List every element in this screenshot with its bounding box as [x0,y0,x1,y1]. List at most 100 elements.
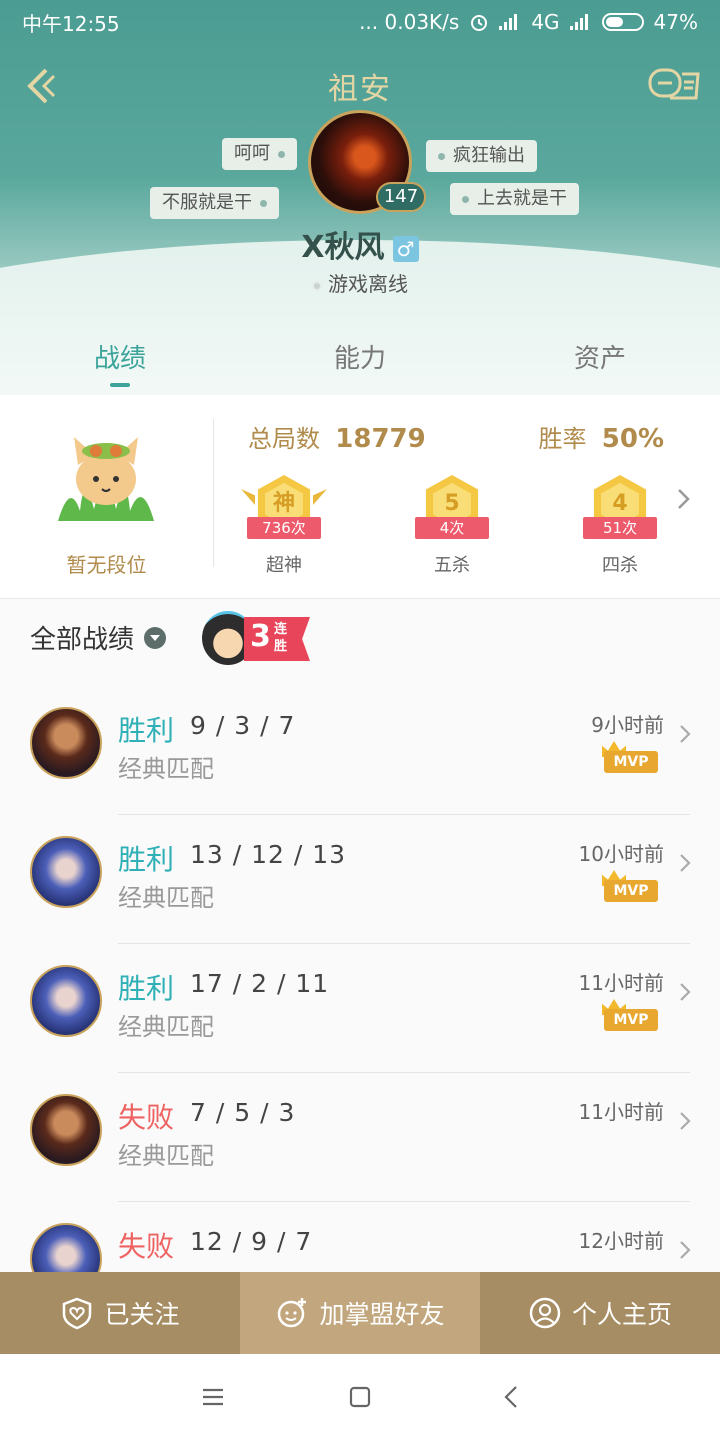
profile-page-label: 个人主页 [571,1300,672,1329]
badge-label: 四杀 [602,555,638,576]
mvp-badge: MVP [602,741,658,773]
win-rate: 胜率 50% [539,419,665,454]
status-time: 中午12:55 [22,11,120,36]
chevron-right-icon [680,725,691,743]
tab-ability[interactable]: 能力 [240,320,480,395]
profile-header: 中午12:55 ... 0.03K/s 4G 47% 祖安 呵呵 不服就是干 疯… [0,0,720,395]
match-result: 失败 [118,1230,175,1263]
chevron-right-icon [680,1112,691,1130]
row-divider [118,1072,690,1073]
network-speed: ... 0.03K/s [359,10,460,34]
tag-label: 上去就是干 [477,188,567,209]
back-icon[interactable] [497,1382,527,1412]
rank-area[interactable]: 暂无段位 [0,395,213,598]
tab-records[interactable]: 战绩 [0,320,240,395]
row-divider [118,1201,690,1202]
alarm-icon [471,15,488,31]
username: X秋风 ♂ [0,222,720,266]
action-bar: 已关注 加掌盟好友 个人主页 [0,1272,720,1354]
win-rate-value: 50% [601,424,664,454]
match-kda: 12 / 9 / 7 [190,1227,313,1256]
wing-decoration [241,489,255,505]
hero-avatar [30,965,102,1037]
signal-icon [499,14,521,30]
divider [213,419,214,567]
menu-icon[interactable] [198,1382,228,1412]
badge-label: 五杀 [434,555,470,576]
chevron-down-icon [144,626,167,649]
page-title: 祖安 [328,72,392,107]
hero-avatar [30,836,102,908]
match-row[interactable]: 胜利 17 / 2 / 11 经典匹配 11小时前 MVP [0,945,720,1073]
mvp-badge: MVP [602,999,658,1031]
tag-label: 疯狂输出 [453,145,525,166]
badge-pentakill: 5 4次 五杀 [407,467,497,577]
status-dot-icon [312,280,322,291]
total-games-label: 总局数 [248,425,320,453]
hero-avatar [30,1094,102,1166]
mvp-label: MVP [604,1009,658,1031]
profile-page-button[interactable]: 个人主页 [480,1272,720,1354]
add-friend-label: 加掌盟好友 [319,1300,445,1329]
badge-quadrakill: 4 51次 四杀 [575,467,665,577]
records-filter-dropdown[interactable]: 全部战绩 [30,619,167,656]
chevron-right-icon[interactable] [676,487,692,511]
match-time: 9小时前 [591,713,664,737]
row-divider [118,814,690,815]
user-circle-icon [529,1297,561,1329]
gender-male-icon: ♂ [392,235,419,262]
mvp-label: MVP [604,751,658,773]
chat-icon[interactable] [648,66,700,106]
badge-count: 4次 [415,517,489,539]
match-time: 11小时前 [578,1100,664,1124]
win-rate-label: 胜率 [538,425,587,453]
badge-legendary: 神 736次 超神 [239,467,329,577]
match-row[interactable]: 失败 7 / 5 / 3 经典匹配 11小时前 [0,1074,720,1202]
match-result: 胜利 [118,972,175,1005]
total-games-value: 18779 [335,424,426,454]
rank-label: 暂无段位 [66,553,147,577]
match-result: 胜利 [118,843,175,876]
match-kda: 7 / 5 / 3 [190,1098,296,1127]
match-mode: 经典匹配 [118,755,214,783]
badge-label: 超神 [266,555,302,576]
records-filter-label: 全部战绩 [30,625,135,655]
stats-panel: 暂无段位 总局数 18779 胜率 50% 神 736次 超神 5 4次 五杀 … [0,395,720,598]
match-time: 12小时前 [578,1229,664,1253]
status-bar: 中午12:55 ... 0.03K/s 4G 47% [0,0,720,44]
add-friend-icon [278,1298,307,1328]
tag-dot [260,199,267,207]
row-divider [118,943,690,944]
match-result: 失败 [118,1101,175,1134]
home-square-icon[interactable] [345,1382,375,1412]
tag-dot [278,150,285,158]
chevron-right-icon [680,1241,691,1259]
win-streak-badge: 3 连胜 [198,611,314,667]
match-kda: 9 / 3 / 7 [190,711,296,740]
match-result: 胜利 [118,714,175,747]
match-time: 11小时前 [578,971,664,995]
streak-number: 3 [250,619,271,654]
status-right: ... 0.03K/s 4G 47% [359,10,698,34]
tag-dot [462,195,469,203]
follow-button[interactable]: 已关注 [0,1272,240,1354]
profile-tag: 呵呵 [222,138,297,170]
battery-icon [601,13,644,31]
match-row[interactable]: 胜利 13 / 12 / 13 经典匹配 10小时前 MVP [0,816,720,944]
profile-tag: 疯狂输出 [426,140,537,172]
tag-label: 不服就是干 [162,192,252,213]
match-row[interactable]: 胜利 9 / 3 / 7 经典匹配 9小时前 MVP [0,687,720,815]
level-badge: 147 [376,182,426,212]
profile-tag: 上去就是干 [450,183,579,215]
match-mode: 经典匹配 [118,1013,214,1041]
match-mode: 经典匹配 [118,1142,214,1170]
chevron-right-icon [680,854,691,872]
match-mode: 经典匹配 [118,884,214,912]
profile-tag: 不服就是干 [150,187,279,219]
tab-assets[interactable]: 资产 [480,320,720,395]
mvp-badge: MVP [602,870,658,902]
match-kda: 13 / 12 / 13 [190,840,347,869]
badge-count: 736次 [247,517,321,539]
add-friend-button[interactable]: 加掌盟好友 [240,1272,480,1354]
rank-mascot-icon [58,437,154,521]
